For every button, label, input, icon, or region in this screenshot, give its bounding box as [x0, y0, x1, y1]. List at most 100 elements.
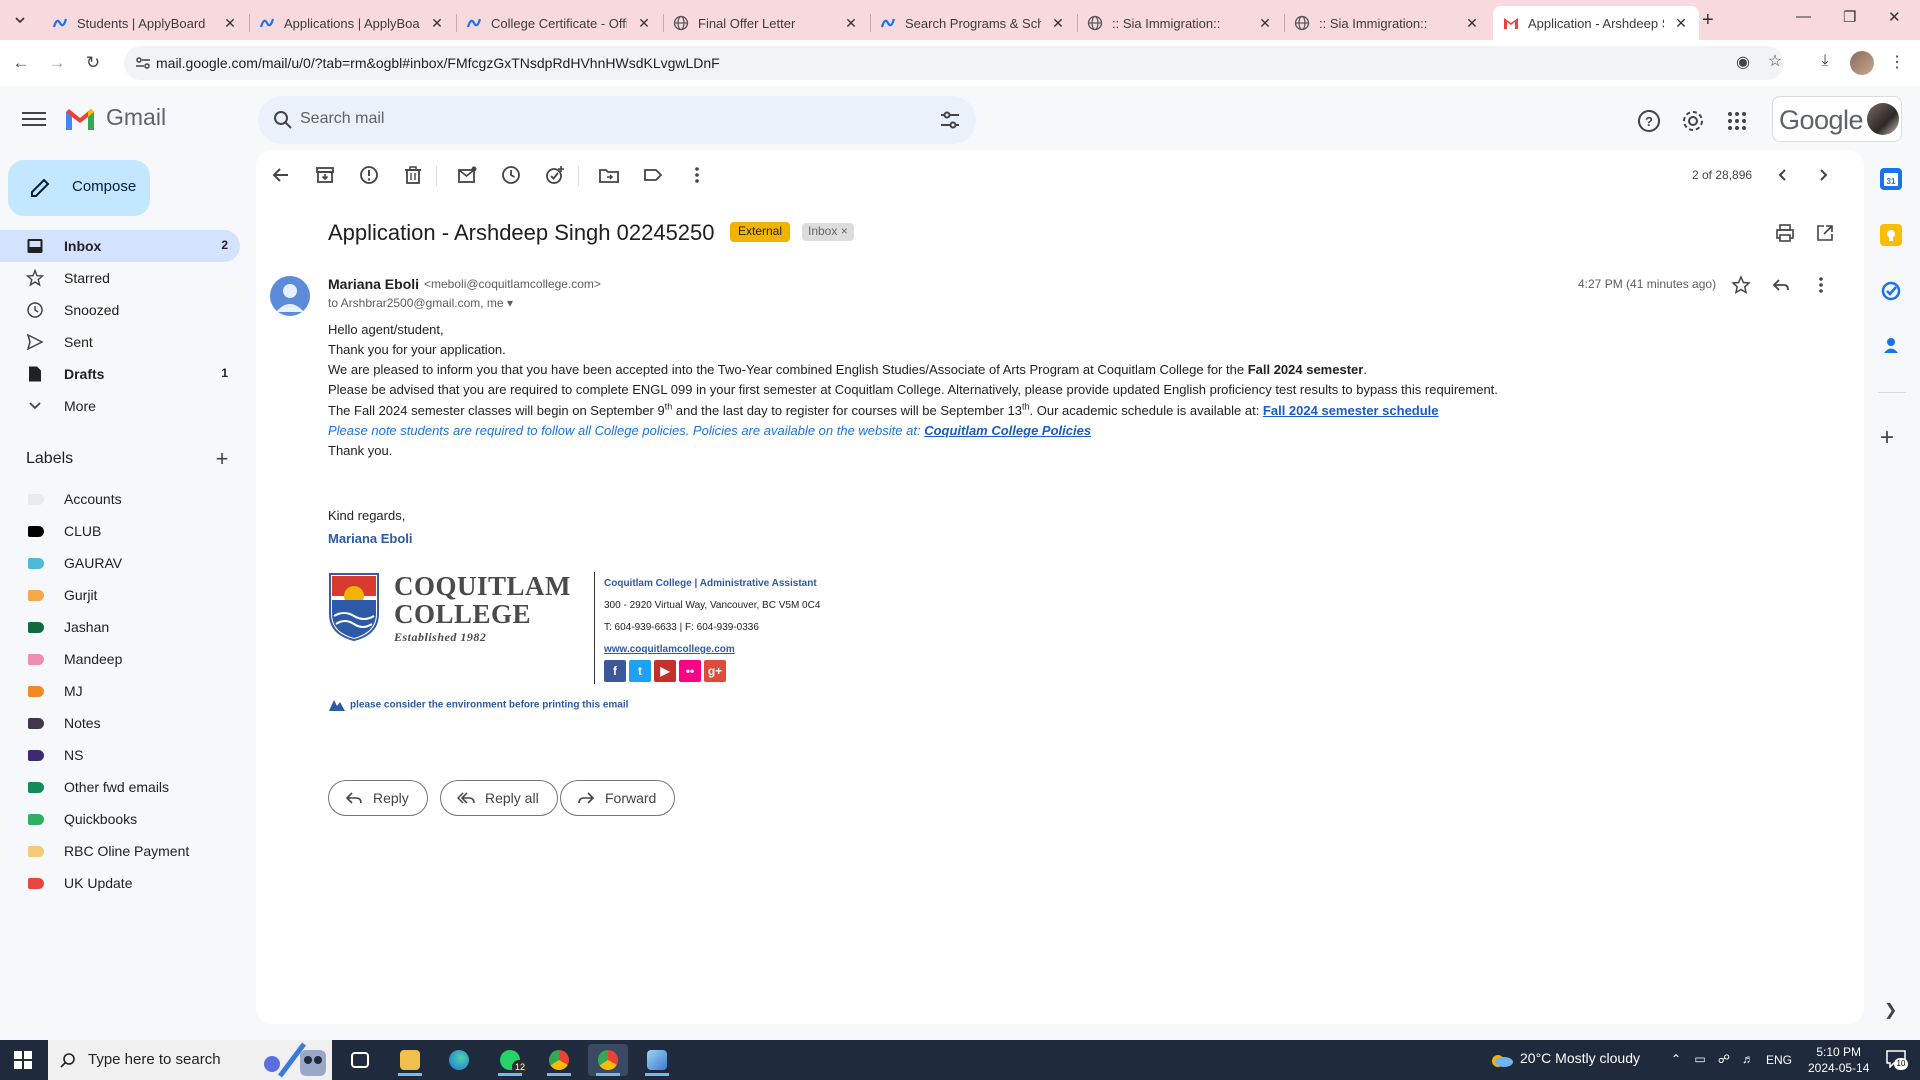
- label-item[interactable]: Other fwd emails: [0, 771, 240, 803]
- weather-widget[interactable]: 20°C Mostly cloudy: [1490, 1050, 1640, 1068]
- close-tab-icon[interactable]: ✕: [1050, 15, 1066, 32]
- tray-overflow-chevron-icon[interactable]: ⌃: [1668, 1052, 1684, 1068]
- more-options-icon[interactable]: [686, 164, 708, 186]
- new-tab-button[interactable]: +: [1702, 9, 1714, 32]
- flickr-icon[interactable]: ••: [679, 660, 701, 682]
- sidebar-item-drafts[interactable]: Drafts 1: [0, 358, 240, 390]
- search-input[interactable]: Search mail: [300, 110, 384, 128]
- sidebar-item-inbox[interactable]: Inbox 2: [0, 230, 240, 262]
- gmail-logo-icon[interactable]: [64, 106, 96, 132]
- star-icon[interactable]: [1730, 274, 1752, 296]
- sender-name[interactable]: Mariana Eboli: [328, 276, 419, 292]
- open-new-window-icon[interactable]: [1814, 222, 1836, 244]
- edge-app[interactable]: [439, 1044, 479, 1076]
- newer-chevron-icon[interactable]: [1772, 164, 1794, 186]
- schedule-link[interactable]: Fall 2024 semester schedule: [1263, 403, 1439, 418]
- whatsapp-app[interactable]: 12: [490, 1044, 530, 1076]
- policy-link[interactable]: Coquitlam College Policies: [924, 423, 1091, 438]
- label-item[interactable]: GAURAV: [0, 547, 240, 579]
- browser-tab[interactable]: Final Offer Letter ✕: [663, 6, 869, 40]
- delete-trash-icon[interactable]: [402, 164, 424, 186]
- label-item[interactable]: RBC Oline Payment: [0, 835, 240, 867]
- older-chevron-icon[interactable]: [1812, 164, 1834, 186]
- url-text[interactable]: mail.google.com/mail/u/0/?tab=rm&ogbl#in…: [156, 55, 720, 71]
- signature-website-link[interactable]: www.coquitlamcollege.com: [604, 644, 735, 655]
- profile-avatar[interactable]: [1850, 51, 1874, 75]
- browser-tab[interactable]: Search Programs & Schoo ✕: [870, 6, 1076, 40]
- reply-arrow-icon[interactable]: [1770, 274, 1792, 296]
- compose-button[interactable]: Compose: [8, 160, 150, 216]
- help-icon[interactable]: ?: [1636, 108, 1662, 134]
- calendar-icon[interactable]: 31: [1880, 168, 1902, 190]
- print-icon[interactable]: [1774, 222, 1796, 244]
- inbox-label-chip[interactable]: Inbox ×: [802, 223, 854, 241]
- label-item[interactable]: Quickbooks: [0, 803, 240, 835]
- apps-grid-icon[interactable]: [1724, 108, 1750, 134]
- mark-unread-icon[interactable]: [456, 164, 478, 186]
- forward-button[interactable]: Forward: [560, 780, 676, 816]
- google-plus-icon[interactable]: g+: [704, 660, 726, 682]
- reload-icon[interactable]: ↻: [80, 50, 106, 76]
- reply-button[interactable]: Reply: [328, 780, 428, 816]
- browser-tab[interactable]: Students | ApplyBoard ✕: [42, 6, 248, 40]
- add-to-tasks-icon[interactable]: [544, 164, 566, 186]
- label-item[interactable]: Mandeep: [0, 643, 240, 675]
- tasks-icon[interactable]: [1880, 280, 1902, 302]
- browser-tab[interactable]: Applications | ApplyBoard ✕: [249, 6, 455, 40]
- sidebar-item-starred[interactable]: Starred: [0, 262, 240, 294]
- remove-label-icon[interactable]: ×: [841, 224, 848, 238]
- hide-side-panel-chevron-icon[interactable]: ❯: [1884, 1000, 1897, 1020]
- close-tab-icon[interactable]: ✕: [1257, 15, 1273, 32]
- search-options-icon[interactable]: [938, 108, 962, 132]
- google-account-button[interactable]: Google: [1772, 96, 1902, 142]
- close-tab-icon[interactable]: ✕: [1673, 15, 1689, 32]
- add-label-icon[interactable]: +: [212, 448, 232, 470]
- label-item[interactable]: Notes: [0, 707, 240, 739]
- close-tab-icon[interactable]: ✕: [222, 15, 238, 32]
- sidebar-item-more[interactable]: More: [0, 390, 240, 422]
- back-to-inbox-icon[interactable]: [270, 164, 292, 186]
- browser-tab[interactable]: Application - Arshdeep Si ✕: [1493, 6, 1699, 40]
- settings-gear-icon[interactable]: [1680, 108, 1706, 134]
- chrome-profile-app[interactable]: [588, 1044, 628, 1076]
- message-more-icon[interactable]: [1810, 274, 1832, 296]
- task-view-app[interactable]: [340, 1044, 380, 1076]
- taskbar-search-box[interactable]: Type here to search: [48, 1040, 332, 1080]
- snooze-clock-icon[interactable]: [500, 164, 522, 186]
- eye-blocked-icon[interactable]: ◉: [1732, 52, 1754, 74]
- report-spam-icon[interactable]: [358, 164, 380, 186]
- keep-notes-icon[interactable]: [1880, 224, 1902, 246]
- meet-now-icon[interactable]: ▭: [1692, 1052, 1708, 1068]
- address-bar[interactable]: mail.google.com/mail/u/0/?tab=rm&ogbl#in…: [124, 46, 1784, 80]
- label-item[interactable]: MJ: [0, 675, 240, 707]
- label-item[interactable]: NS: [0, 739, 240, 771]
- main-menu-icon[interactable]: [22, 108, 46, 132]
- facebook-icon[interactable]: f: [604, 660, 626, 682]
- close-tab-icon[interactable]: ✕: [843, 15, 859, 32]
- label-tag-icon[interactable]: [642, 164, 664, 186]
- bookmark-star-icon[interactable]: ☆: [1764, 51, 1786, 73]
- notification-center-icon[interactable]: 10: [1886, 1050, 1908, 1070]
- file-explorer-app[interactable]: [390, 1044, 430, 1076]
- label-item[interactable]: Accounts: [0, 483, 240, 515]
- recipient-details-chevron-icon[interactable]: ▾: [507, 296, 513, 310]
- chrome-app[interactable]: [539, 1044, 579, 1076]
- chrome-menu-icon[interactable]: ⋮: [1886, 52, 1908, 74]
- minimize-window-icon[interactable]: —: [1796, 8, 1811, 25]
- sidebar-item-snoozed[interactable]: Snoozed: [0, 294, 240, 326]
- search-bar[interactable]: Search mail: [258, 96, 976, 144]
- site-info-icon[interactable]: [134, 54, 152, 72]
- label-item[interactable]: CLUB: [0, 515, 240, 547]
- taskbar-clock[interactable]: 5:10 PM 2024-05-14: [1808, 1044, 1869, 1076]
- gmail-wordmark[interactable]: Gmail: [106, 104, 166, 131]
- search-icon[interactable]: [272, 109, 294, 131]
- recipients-line[interactable]: to Arshbrar2500@gmail.com, me ▾: [328, 296, 513, 310]
- close-tab-icon[interactable]: ✕: [636, 15, 652, 32]
- archive-icon[interactable]: [314, 164, 336, 186]
- restore-window-icon[interactable]: ❐: [1843, 8, 1856, 26]
- label-item[interactable]: UK Update: [0, 867, 240, 899]
- sender-email[interactable]: <meboli@coquitlamcollege.com>: [424, 277, 601, 291]
- close-window-icon[interactable]: ✕: [1888, 8, 1901, 26]
- close-tab-icon[interactable]: ✕: [1464, 15, 1480, 32]
- youtube-icon[interactable]: ▶: [654, 660, 676, 682]
